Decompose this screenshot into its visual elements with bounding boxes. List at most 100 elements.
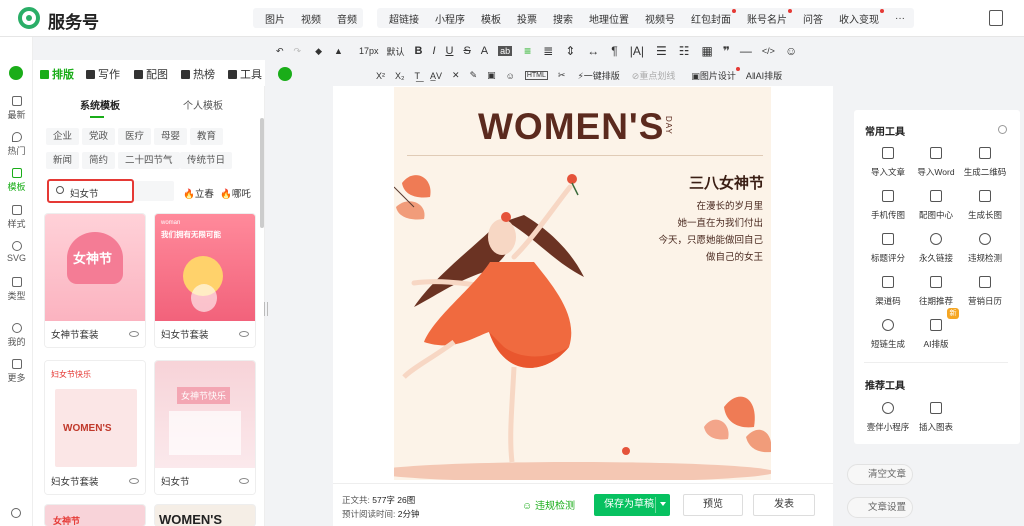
- chip-festivals[interactable]: 传统节日: [180, 152, 233, 169]
- chip-solar-terms[interactable]: 二十四节气: [118, 152, 180, 169]
- redo-icon[interactable]: ↷: [294, 46, 302, 57]
- preview-eye-icon[interactable]: [129, 331, 139, 337]
- line-height-icon[interactable]: ⇕: [565, 44, 575, 58]
- list-icon[interactable]: ☰: [656, 44, 667, 58]
- menu-hyperlink[interactable]: 超链接: [381, 11, 427, 26]
- paragraph-icon[interactable]: ¶: [611, 44, 617, 58]
- tool-mini-program[interactable]: 壹伴小程序: [862, 402, 914, 433]
- hot-tag-lichun[interactable]: 🔥立春: [183, 186, 214, 200]
- menu-search[interactable]: 搜索: [545, 11, 581, 26]
- tool-short-link[interactable]: 短链生成: [862, 319, 914, 350]
- menu-video[interactable]: 视频: [293, 11, 329, 26]
- tool-past-recommend[interactable]: 往期推荐: [910, 276, 962, 307]
- tool-image-center[interactable]: 配图中心: [910, 190, 962, 221]
- chip-party[interactable]: 党政: [82, 128, 116, 145]
- preview-eye-icon[interactable]: [239, 331, 249, 337]
- preview-eye-icon[interactable]: [239, 478, 249, 484]
- font-size-select[interactable]: 17px: [359, 46, 379, 56]
- tab-system-templates[interactable]: 系统模板: [80, 97, 120, 112]
- quote-icon[interactable]: ❞: [723, 44, 730, 58]
- template-card[interactable]: WOMEN'S: [155, 505, 255, 526]
- menu-audio[interactable]: 音频: [329, 11, 365, 26]
- template-card[interactable]: 女神节快乐 妇女节: [155, 361, 255, 494]
- tool-channel-code[interactable]: 渠道码: [862, 276, 914, 307]
- sticker-icon[interactable]: ☺: [506, 71, 515, 81]
- subscript-icon[interactable]: X₂: [395, 71, 405, 81]
- tab-trending[interactable]: 热榜: [181, 66, 215, 82]
- tool-long-image[interactable]: 生成长图: [959, 190, 1011, 221]
- tool-permalink[interactable]: 永久链接: [910, 233, 962, 264]
- one-click-layout-button[interactable]: ⚡一键排版: [577, 69, 619, 82]
- rail-svg[interactable]: SVG: [0, 241, 33, 263]
- publish-button[interactable]: 发表: [753, 494, 815, 516]
- chip-simple[interactable]: 简约: [82, 152, 116, 169]
- mobile-preview-icon[interactable]: [989, 10, 1003, 26]
- tool-ai-layout[interactable]: AI排版: [910, 319, 962, 350]
- text-indent-icon[interactable]: T͟: [415, 71, 421, 81]
- tab-images[interactable]: 配图: [134, 66, 168, 82]
- menu-monetize[interactable]: 收入变现: [831, 8, 887, 26]
- table-icon[interactable]: ▦: [702, 44, 713, 58]
- superscript-icon[interactable]: X²: [376, 71, 385, 81]
- menu-account-card[interactable]: 账号名片: [739, 8, 795, 26]
- panel-collapse-handle[interactable]: [264, 302, 268, 316]
- html-icon[interactable]: HTML: [524, 71, 548, 80]
- tool-qrcode[interactable]: 生成二维码: [959, 147, 1011, 178]
- highlight-line-button[interactable]: ⊘重点划线: [632, 69, 676, 82]
- letter-spacing-icon[interactable]: ↔: [587, 44, 599, 58]
- menu-channels[interactable]: 视频号: [637, 11, 683, 26]
- chip-baby[interactable]: 母婴: [154, 128, 188, 145]
- image-design-button[interactable]: ▣图片设计: [691, 67, 740, 82]
- divider-icon[interactable]: —: [740, 44, 752, 58]
- panel-scrollbar[interactable]: [260, 118, 264, 228]
- indent-icon[interactable]: ≣: [543, 44, 553, 58]
- format-painter-icon[interactable]: ▲: [334, 46, 343, 56]
- tab-writing[interactable]: 写作: [86, 66, 120, 82]
- menu-mini-program[interactable]: 小程序: [427, 11, 473, 26]
- tool-violation-check[interactable]: 违规检测: [959, 233, 1011, 264]
- format-brush-icon[interactable]: ✂: [558, 70, 566, 81]
- chevron-down-icon[interactable]: [660, 502, 666, 506]
- rail-style[interactable]: 样式: [0, 205, 33, 230]
- tool-insert-chart[interactable]: 插入图表: [910, 402, 962, 433]
- menu-red-packet-cover[interactable]: 红包封面: [683, 8, 739, 26]
- tool-import-word[interactable]: 导入Word: [910, 147, 962, 178]
- font-color-icon[interactable]: A: [481, 45, 488, 57]
- column-icon[interactable]: |A|: [630, 44, 644, 58]
- help-icon[interactable]: [11, 508, 21, 518]
- menu-image[interactable]: 图片: [257, 11, 293, 26]
- save-draft-button[interactable]: 保存为草稿: [594, 494, 670, 516]
- template-card[interactable]: 女神节 女神节套装: [45, 214, 145, 347]
- undo-icon[interactable]: ↶: [276, 46, 284, 57]
- rail-hot[interactable]: 热门: [0, 132, 33, 157]
- template-card[interactable]: 妇女节快乐 WOMEN'S 妇女节套装: [45, 361, 145, 494]
- template-card[interactable]: 女神节: [45, 505, 145, 526]
- tool-title-score[interactable]: 标题评分: [862, 233, 914, 264]
- underline-icon[interactable]: U: [446, 45, 454, 57]
- rail-type[interactable]: 类型: [0, 277, 33, 302]
- tool-import-article[interactable]: 导入文章: [862, 147, 914, 178]
- bold-icon[interactable]: B: [414, 45, 422, 57]
- tool-marketing-calendar[interactable]: 营销日历: [959, 276, 1011, 307]
- background-color-icon[interactable]: ab: [498, 46, 513, 56]
- menu-template[interactable]: 模板: [473, 11, 509, 26]
- align-icon[interactable]: ≡: [524, 44, 531, 58]
- chip-education[interactable]: 教育: [190, 128, 224, 145]
- rail-template[interactable]: 模板: [0, 168, 33, 193]
- strikethrough-icon[interactable]: S: [463, 45, 470, 57]
- toggle-switch[interactable]: [278, 67, 292, 81]
- emoji-icon[interactable]: ☺: [785, 44, 797, 58]
- tab-tools[interactable]: 工具: [228, 66, 262, 82]
- clear-icon[interactable]: ✕: [452, 70, 460, 81]
- hot-tag-nezha[interactable]: 🔥哪吒: [220, 186, 251, 200]
- chip-news[interactable]: 新闻: [46, 152, 80, 169]
- clear-format-icon[interactable]: ◆: [315, 46, 322, 57]
- ordered-list-icon[interactable]: ☷: [679, 44, 690, 58]
- article-settings-button[interactable]: 文章设置: [847, 497, 913, 518]
- rail-latest[interactable]: 最新: [0, 96, 33, 121]
- chip-medical[interactable]: 医疗: [118, 128, 152, 145]
- magic-icon[interactable]: ✎: [470, 70, 478, 81]
- menu-vote[interactable]: 投票: [509, 11, 545, 26]
- rail-mine[interactable]: 我的: [0, 323, 33, 348]
- menu-more[interactable]: ···: [887, 13, 913, 24]
